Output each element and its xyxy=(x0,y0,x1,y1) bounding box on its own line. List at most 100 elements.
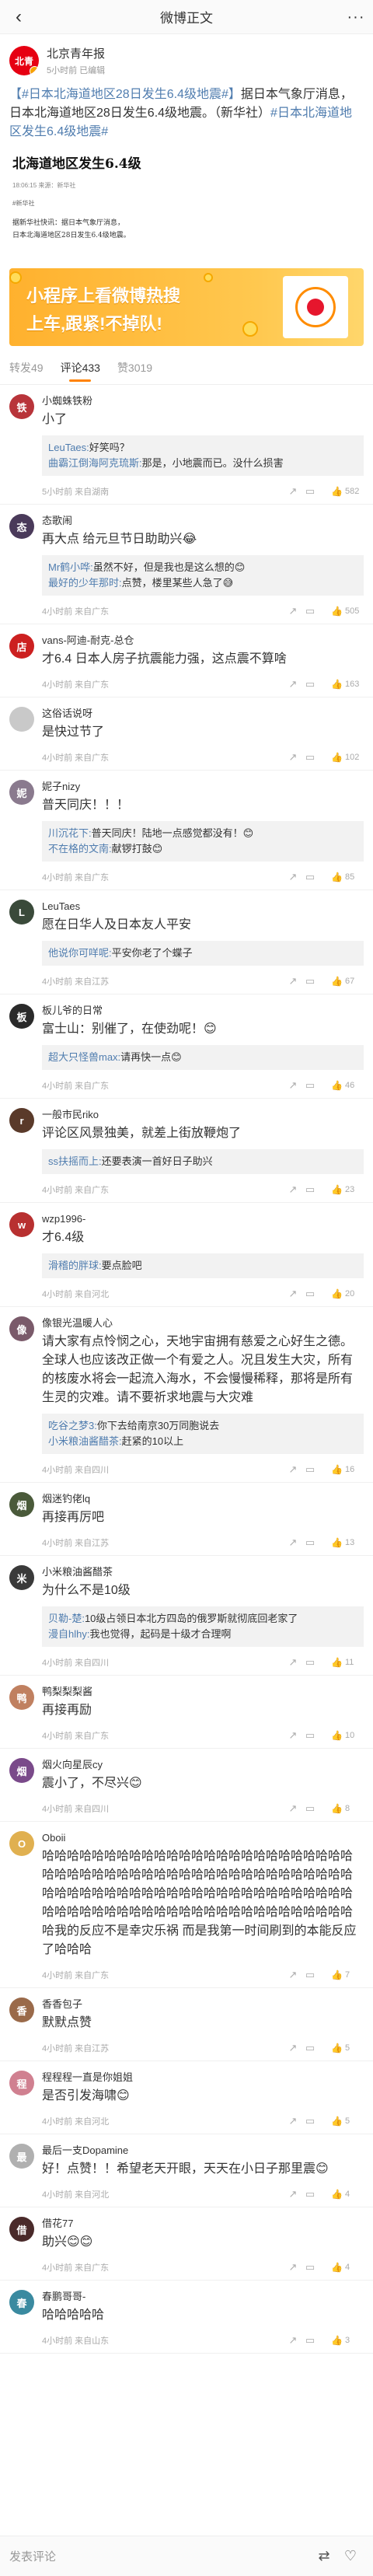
reply-box[interactable]: 吃谷之梦3:你下去给南京30万同胞说去 小米粮油酱醋茶:赶紧的10以上 xyxy=(42,1414,364,1454)
share-icon[interactable]: ↗ xyxy=(284,1656,302,1669)
reply-author[interactable]: 贝勒-楚: xyxy=(48,1613,85,1624)
reply-author[interactable]: 吃谷之梦3: xyxy=(48,1420,97,1431)
share-icon[interactable]: ↗ xyxy=(284,1463,302,1476)
avatar[interactable]: w xyxy=(9,1212,34,1237)
back-icon[interactable]: ‹ xyxy=(8,6,30,28)
avatar[interactable]: 板 xyxy=(9,1004,34,1029)
reply-icon[interactable]: ▭ xyxy=(302,485,319,498)
reply-icon[interactable]: ▭ xyxy=(302,871,319,883)
comment-author[interactable]: 借花77 xyxy=(42,2217,364,2231)
reply-box[interactable]: 滑稽的胖球:要点脸吧 xyxy=(42,1253,364,1278)
like-button[interactable]: 👍 5 xyxy=(331,2043,364,2053)
comment-input[interactable]: 发表评论 xyxy=(9,2548,311,2564)
avatar[interactable]: 春 xyxy=(9,2290,34,2315)
comment-author[interactable]: 春鹏哥哥- xyxy=(42,2290,364,2304)
reply-box[interactable]: 他说你可咩呢:平安你老了个蝶子 xyxy=(42,941,364,966)
share-icon[interactable]: ↗ xyxy=(284,1079,302,1092)
reply-icon[interactable]: ▭ xyxy=(302,1802,319,1815)
share-icon[interactable]: ↗ xyxy=(284,1969,302,1981)
reply-icon[interactable]: ▭ xyxy=(302,1536,319,1549)
avatar[interactable]: 店 xyxy=(9,634,34,659)
reply-author[interactable]: Mr鹤小哗: xyxy=(48,561,93,573)
avatar[interactable]: L xyxy=(9,900,34,924)
tab-comment[interactable]: 评论433 xyxy=(61,351,100,385)
comment-author[interactable]: wzp1996- xyxy=(42,1212,364,1226)
comment-author[interactable]: 妮子nizy xyxy=(42,780,364,794)
like-button[interactable]: 👍 67 xyxy=(331,976,364,987)
reply-box[interactable]: 贝勒-楚:10级占领日本北方四岛的俄罗斯就彻底回老家了 漫自hlhy:我也觉得，起… xyxy=(42,1606,364,1647)
comment-author[interactable]: 像银光温暖人心 xyxy=(42,1316,364,1330)
comment-author[interactable]: 烟迷钓佬lq xyxy=(42,1492,364,1506)
like-button[interactable]: 👍 5 xyxy=(331,2116,364,2127)
like-button[interactable]: 👍 8 xyxy=(331,1803,364,1814)
author-name[interactable]: 北京青年报 xyxy=(47,45,105,61)
share-icon[interactable]: ↗ xyxy=(284,871,302,883)
share-icon[interactable]: ↗ xyxy=(284,2334,302,2347)
like-button[interactable]: 👍 23 xyxy=(331,1184,364,1195)
like-button[interactable]: 👍 13 xyxy=(331,1537,364,1548)
avatar[interactable]: 妮 xyxy=(9,780,34,805)
comment-author[interactable]: 烟火向星辰cy xyxy=(42,1758,364,1772)
reply-icon[interactable]: ▭ xyxy=(302,1656,319,1669)
avatar[interactable]: 香 xyxy=(9,1998,34,2022)
share-icon[interactable]: ↗ xyxy=(284,1183,302,1196)
reply-author[interactable]: 漫自hlhy: xyxy=(48,1628,89,1640)
reply-icon[interactable]: ▭ xyxy=(302,1729,319,1742)
comment-author[interactable]: 程程程一直是你姐姐 xyxy=(42,2071,364,2085)
comment-author[interactable]: 香香包子 xyxy=(42,1998,364,2012)
reply-icon[interactable]: ▭ xyxy=(302,2261,319,2274)
reply-icon[interactable]: ▭ xyxy=(302,751,319,764)
avatar[interactable]: 最 xyxy=(9,2144,34,2169)
avatar[interactable]: 北青 xyxy=(9,46,39,75)
topic-tag[interactable]: 【#日本北海道地区28日发生6.4级地震#】 xyxy=(9,88,241,101)
comment-author[interactable]: 小米粮油酱醋茶 xyxy=(42,1565,364,1579)
reply-box[interactable]: 川沉花下:普天同庆！陆地一点感觉都没有！😊 不在格的文南:献锣打鼓😊 xyxy=(42,821,364,862)
share-icon[interactable]: ↗ xyxy=(284,2261,302,2274)
reply-author[interactable]: 他说你可咩呢: xyxy=(48,947,112,959)
like-button[interactable]: 👍 46 xyxy=(331,1080,364,1091)
reply-box[interactable]: LeuTaes:好笑吗？ 曲霸江倒海阿克琉斯:那是，小地震而已。没什么损害 xyxy=(42,435,364,476)
share-icon[interactable]: ↗ xyxy=(284,975,302,987)
reply-icon[interactable]: ▭ xyxy=(302,1463,319,1476)
reply-author[interactable]: 小米粮油酱醋茶: xyxy=(48,1435,122,1447)
reply-author[interactable]: 超大只怪兽max: xyxy=(48,1051,120,1063)
reply-icon[interactable]: ▭ xyxy=(302,605,319,617)
avatar[interactable]: 态 xyxy=(9,514,34,539)
comment-author[interactable]: vans-阿迪-耐克-总仓 xyxy=(42,634,364,648)
like-button[interactable]: 👍 102 xyxy=(331,752,364,763)
reply-author[interactable]: 最好的少年那时: xyxy=(48,577,122,589)
reply-author[interactable]: 川沉花下: xyxy=(48,827,92,839)
comment-author[interactable]: 一般市民riko xyxy=(42,1108,364,1122)
reply-icon[interactable]: ▭ xyxy=(302,1079,319,1092)
avatar[interactable]: 烟 xyxy=(9,1492,34,1517)
like-button[interactable]: 👍 505 xyxy=(331,606,364,617)
reply-icon[interactable]: ▭ xyxy=(302,2042,319,2054)
avatar[interactable]: 像 xyxy=(9,1316,34,1341)
avatar[interactable]: 借 xyxy=(9,2217,34,2242)
tab-repost[interactable]: 转发49 xyxy=(9,351,44,385)
like-button[interactable]: 👍 3 xyxy=(331,2335,364,2346)
like-button[interactable]: 👍 4 xyxy=(331,2262,364,2273)
share-icon[interactable]: ↗ xyxy=(284,1288,302,1300)
comment-author[interactable]: 最后一支Dopamine xyxy=(42,2144,364,2158)
share-icon[interactable]: ↗ xyxy=(284,2115,302,2127)
reply-author[interactable]: LeuTaes: xyxy=(48,442,89,453)
like-button[interactable]: 👍 11 xyxy=(331,1657,364,1668)
comment-author[interactable]: 这俗话说呀 xyxy=(42,707,364,721)
comment-author[interactable]: LeuTaes xyxy=(42,900,364,914)
comment-author[interactable]: 板儿爷的日常 xyxy=(42,1004,364,1018)
like-button[interactable]: 👍 582 xyxy=(331,486,364,497)
share-icon[interactable]: ↗ xyxy=(284,678,302,690)
like-button[interactable]: 👍 163 xyxy=(331,679,364,690)
reply-icon[interactable]: ▭ xyxy=(302,678,319,690)
like-button[interactable]: 👍 16 xyxy=(331,1464,364,1475)
reply-icon[interactable]: ▭ xyxy=(302,1288,319,1300)
like-button[interactable]: 👍 4 xyxy=(331,2189,364,2200)
tab-like[interactable]: 赞3019 xyxy=(117,351,152,385)
share-icon[interactable]: ↗ xyxy=(284,1729,302,1742)
comment-author[interactable]: Oboii xyxy=(42,1831,364,1845)
avatar[interactable]: 铁 xyxy=(9,394,34,419)
share-icon[interactable]: ↗ xyxy=(284,605,302,617)
reply-box[interactable]: 超大只怪兽max:请再快一点😊 xyxy=(42,1045,364,1070)
reply-icon[interactable]: ▭ xyxy=(302,2115,319,2127)
